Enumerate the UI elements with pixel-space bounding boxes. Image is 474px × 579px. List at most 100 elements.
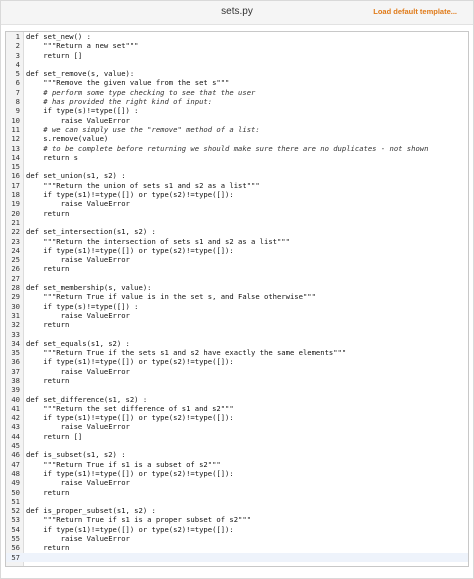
line-number: 14	[11, 152, 20, 162]
code-editor[interactable]: 1 def set_new() :2 """Return a new set"""…	[5, 31, 469, 567]
code-line[interactable]: 11 # we can simply use the "remove" meth…	[6, 125, 468, 134]
code-line[interactable]: 16 def set_union(s1, s2) :	[6, 171, 468, 180]
line-number: 12	[11, 134, 20, 144]
code-text: return	[26, 264, 70, 274]
code-line[interactable]: 24 if type(s1)!=type([]) or type(s2)!=ty…	[6, 246, 468, 255]
code-line[interactable]: 6 """Remove the given value from the set…	[6, 78, 468, 87]
code-line[interactable]: 3 return []	[6, 51, 468, 60]
code-line[interactable]: 50 return	[6, 488, 468, 497]
code-text: """Return True if s1 is a subset of s2""…	[26, 459, 221, 469]
code-line[interactable]: 20 return	[6, 209, 468, 218]
code-line[interactable]: 15	[6, 162, 468, 171]
code-line[interactable]: 37 raise ValueError	[6, 367, 468, 376]
code-text: """Return the union of sets s1 and s2 as…	[26, 180, 260, 190]
line-number: 29	[11, 292, 20, 302]
code-line[interactable]: 52 def is_proper_subset(s1, s2) :	[6, 506, 468, 515]
code-line[interactable]: 38 return	[6, 376, 468, 385]
line-number: 5	[15, 69, 20, 79]
code-line[interactable]: 55 raise ValueError	[6, 534, 468, 543]
code-line[interactable]: 22 def set_intersection(s1, s2) :	[6, 227, 468, 236]
code-line[interactable]: 40 def set_difference(s1, s2) :	[6, 395, 468, 404]
code-line[interactable]: 56 return	[6, 543, 468, 552]
code-line[interactable]: 33	[6, 330, 468, 339]
code-text: if type(s1)!=type([]) or type(s2)!=type(…	[26, 190, 234, 200]
line-number: 35	[11, 348, 20, 358]
code-line[interactable]: 31 raise ValueError	[6, 311, 468, 320]
code-line[interactable]: 2 """Return a new set"""	[6, 41, 468, 50]
code-line[interactable]: 35 """Return True if the sets s1 and s2 …	[6, 348, 468, 357]
line-number: 52	[11, 506, 20, 516]
code-text: s.remove(value)	[26, 134, 109, 144]
code-text: def is_proper_subset(s1, s2) :	[26, 506, 156, 516]
code-line[interactable]: 26 return	[6, 264, 468, 273]
code-line[interactable]: 32 return	[6, 320, 468, 329]
line-number: 26	[11, 264, 20, 274]
line-number: 31	[11, 310, 20, 320]
line-number: 28	[11, 283, 20, 293]
code-line[interactable]: 25 raise ValueError	[6, 255, 468, 264]
code-line[interactable]: 41 """Return the set difference of s1 an…	[6, 404, 468, 413]
code-line[interactable]: 27	[6, 274, 468, 283]
code-line[interactable]: 28 def set_membership(s, value):	[6, 283, 468, 292]
code-line[interactable]: 39	[6, 385, 468, 394]
line-number: 21	[11, 217, 20, 227]
line-number: 48	[11, 468, 20, 478]
code-line[interactable]: 18 if type(s1)!=type([]) or type(s2)!=ty…	[6, 190, 468, 199]
line-number: 33	[11, 329, 20, 339]
code-line[interactable]: 53 """Return True if s1 is a proper subs…	[6, 515, 468, 524]
line-number: 57	[11, 552, 20, 562]
code-text: raise ValueError	[26, 255, 130, 265]
code-text: raise ValueError	[26, 310, 130, 320]
load-default-template-link[interactable]: Load default template...	[373, 7, 457, 16]
line-number: 34	[11, 338, 20, 348]
code-line[interactable]: 48 if type(s1)!=type([]) or type(s2)!=ty…	[6, 469, 468, 478]
code-line[interactable]: 54 if type(s1)!=type([]) or type(s2)!=ty…	[6, 525, 468, 534]
code-text: """Return True if value is in the set s,…	[26, 292, 316, 302]
code-line[interactable]: 14 return s	[6, 153, 468, 162]
code-line[interactable]: 8 # has provided the right kind of input…	[6, 97, 468, 106]
code-line[interactable]: 30 if type(s)!=type([]) :	[6, 302, 468, 311]
line-number: 19	[11, 199, 20, 209]
code-text: if type(s1)!=type([]) or type(s2)!=type(…	[26, 357, 234, 367]
code-line[interactable]: 1 def set_new() :	[6, 32, 468, 41]
line-number: 41	[11, 403, 20, 413]
code-text: raise ValueError	[26, 478, 130, 488]
line-number: 37	[11, 366, 20, 376]
code-line[interactable]: 23 """Return the intersection of sets s1…	[6, 237, 468, 246]
code-text: return []	[26, 431, 83, 441]
code-line[interactable]: 5 def set_remove(s, value):	[6, 69, 468, 78]
code-line[interactable]: 43 raise ValueError	[6, 422, 468, 431]
code-line[interactable]: 57	[6, 552, 468, 562]
line-number: 11	[11, 124, 20, 134]
code-line[interactable]: 19 raise ValueError	[6, 199, 468, 208]
code-line[interactable]: 17 """Return the union of sets s1 and s2…	[6, 181, 468, 190]
code-line[interactable]: 29 """Return True if value is in the set…	[6, 292, 468, 301]
code-line[interactable]: 45	[6, 441, 468, 450]
code-line[interactable]: 4	[6, 60, 468, 69]
code-line[interactable]: 13 # to be complete before returning we …	[6, 144, 468, 153]
line-number: 20	[11, 208, 20, 218]
code-line[interactable]: 36 if type(s1)!=type([]) or type(s2)!=ty…	[6, 357, 468, 366]
code-line[interactable]: 49 raise ValueError	[6, 478, 468, 487]
code-text: def set_membership(s, value):	[26, 283, 152, 293]
code-text: def is_subset(s1, s2) :	[26, 450, 126, 460]
code-text: def set_difference(s1, s2) :	[26, 394, 148, 404]
code-text: return	[26, 543, 70, 553]
code-text: return	[26, 487, 70, 497]
line-number: 55	[11, 534, 20, 544]
code-line[interactable]: 34 def set_equals(s1, s2) :	[6, 339, 468, 348]
code-line[interactable]: 42 if type(s1)!=type([]) or type(s2)!=ty…	[6, 413, 468, 422]
code-line[interactable]: 10 raise ValueError	[6, 116, 468, 125]
code-line[interactable]: 46 def is_subset(s1, s2) :	[6, 450, 468, 459]
code-text: """Return the set difference of s1 and s…	[26, 403, 234, 413]
line-number: 46	[11, 450, 20, 460]
code-line[interactable]: 44 return []	[6, 432, 468, 441]
line-number: 50	[11, 487, 20, 497]
code-line[interactable]: 9 if type(s)!=type([]) :	[6, 106, 468, 115]
code-line[interactable]: 7 # perform some type checking to see th…	[6, 88, 468, 97]
code-line[interactable]: 47 """Return True if s1 is a subset of s…	[6, 460, 468, 469]
code-line[interactable]: 12 s.remove(value)	[6, 134, 468, 143]
code-text: """Remove the given value from the set s…	[26, 78, 230, 88]
code-line[interactable]: 21	[6, 218, 468, 227]
code-line[interactable]: 51	[6, 497, 468, 506]
